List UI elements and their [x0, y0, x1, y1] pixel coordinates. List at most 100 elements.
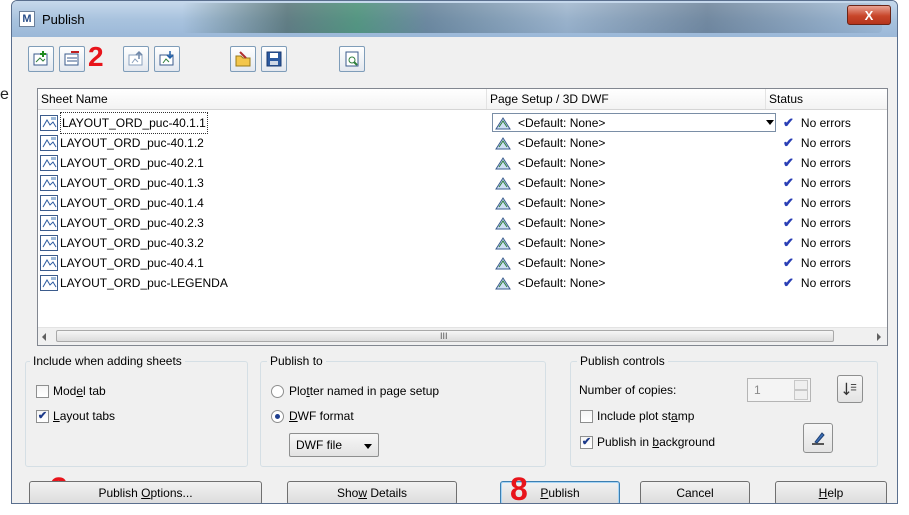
sheet-cell[interactable]: LAYOUT_ORD_puc-40.1.3	[40, 173, 204, 193]
sheet-cell[interactable]: LAYOUT_ORD_puc-40.1.2	[40, 133, 204, 153]
status-text: No errors	[800, 136, 851, 150]
show-details-button[interactable]: Show Details	[287, 481, 457, 503]
dwf-format-value: DWF file	[296, 438, 342, 452]
sort-sheets-button[interactable]	[837, 375, 863, 403]
title-bar-artwork	[182, 3, 882, 33]
plotter-radio-dot[interactable]	[271, 384, 284, 398]
cancel-button[interactable]: Cancel	[640, 481, 750, 503]
close-button[interactable]: X	[847, 5, 891, 25]
page-setup-cell[interactable]: <Default: None>	[494, 233, 605, 253]
page-setup-cell[interactable]: <Default: None>	[494, 273, 605, 293]
save-list-button[interactable]	[261, 46, 287, 72]
status-text: No errors	[800, 196, 851, 210]
sheet-cell[interactable]: LAYOUT_ORD_puc-40.1.1	[40, 112, 208, 134]
status-cell: ✔ No errors	[783, 133, 851, 153]
background-box[interactable]: ✔	[580, 435, 593, 449]
page-setup-value: <Default: None>	[518, 176, 606, 190]
sheet-row[interactable]: LAYOUT_ORD_puc-40.1.4 <Default: None> ✔ No …	[38, 193, 887, 213]
plot-stamp-button[interactable]	[339, 46, 365, 72]
help-button[interactable]: Help	[775, 481, 887, 503]
dwf-format-select[interactable]: DWF file	[289, 433, 379, 457]
column-page-setup[interactable]: Page Setup / 3D DWF	[487, 89, 766, 109]
sheet-toolbar: 2	[28, 41, 388, 76]
sheet-row[interactable]: LAYOUT_ORD_puc-40.1.1 <Default: None> ✔ No …	[38, 112, 887, 134]
page-setup-cell[interactable]: <Default: None>	[494, 133, 605, 153]
check-icon: ✔	[783, 275, 794, 290]
scroll-grip: III	[440, 331, 448, 341]
sheet-name: LAYOUT_ORD_puc-40.1.4	[60, 196, 204, 210]
page-setup-cell[interactable]: <Default: None>	[494, 253, 605, 273]
dwf-format-radio-dot[interactable]	[271, 409, 284, 423]
model-tab-box[interactable]	[36, 384, 49, 398]
sheet-cell[interactable]: LAYOUT_ORD_puc-40.2.1	[40, 153, 204, 173]
copies-down-icon[interactable]	[794, 390, 808, 400]
check-icon: ✔	[783, 115, 794, 130]
load-list-button[interactable]	[230, 46, 256, 72]
status-cell: ✔ No errors	[783, 173, 851, 193]
model-tab-checkbox[interactable]: Model tab	[36, 384, 106, 398]
horizontal-scrollbar[interactable]: III	[38, 327, 887, 345]
page-setup-icon	[495, 137, 511, 150]
copies-up-icon[interactable]	[794, 380, 808, 390]
page-setup-value: <Default: None>	[518, 256, 606, 270]
sheet-list[interactable]: Sheet Name Page Setup / 3D DWF Status LA…	[37, 88, 888, 346]
add-sheets-icon	[33, 51, 48, 66]
status-cell: ✔ No errors	[783, 213, 851, 233]
sheet-row[interactable]: LAYOUT_ORD_puc-40.2.3 <Default: None> ✔ No …	[38, 213, 887, 233]
window-title: Publish	[42, 12, 85, 27]
scroll-right-icon[interactable]	[877, 333, 881, 341]
plot-stamp-settings-button[interactable]	[803, 423, 833, 453]
layout-sheet-icon	[40, 135, 58, 151]
status-cell: ✔ No errors	[783, 273, 851, 293]
sheet-cell[interactable]: LAYOUT_ORD_puc-40.4.1	[40, 253, 204, 273]
publish-controls-group: Publish controls Number of copies: 1 Inc…	[570, 354, 878, 467]
move-up-button[interactable]	[123, 46, 149, 72]
step-marker-2: 2	[88, 41, 104, 72]
scroll-left-icon[interactable]	[42, 333, 46, 341]
publish-options-button[interactable]: Publish Options...	[29, 481, 262, 503]
page-setup-value: <Default: None>	[518, 216, 606, 230]
plot-stamp-label: Include plot stamp	[597, 409, 695, 423]
sheet-cell[interactable]: LAYOUT_ORD_puc-40.2.3	[40, 213, 204, 233]
status-text: No errors	[800, 176, 851, 190]
sheet-row[interactable]: LAYOUT_ORD_puc-40.2.1 <Default: None> ✔ No …	[38, 153, 887, 173]
page-setup-cell[interactable]: <Default: None>	[494, 173, 605, 193]
page-setup-cell[interactable]: <Default: None>	[494, 153, 605, 173]
add-sheets-button[interactable]	[28, 46, 54, 72]
scroll-thumb[interactable]: III	[56, 330, 834, 342]
sheet-cell[interactable]: LAYOUT_ORD_puc-40.1.4	[40, 193, 204, 213]
remove-sheets-button[interactable]	[59, 46, 85, 72]
chevron-down-icon[interactable]	[766, 120, 774, 125]
sheet-row[interactable]: LAYOUT_ORD_puc-40.4.1 <Default: None> ✔ No …	[38, 253, 887, 273]
sheet-cell[interactable]: LAYOUT_ORD_puc-LEGENDA	[40, 273, 228, 293]
layout-tabs-box[interactable]: ✔	[36, 409, 49, 423]
plotter-radio[interactable]: Plotter named in page setup	[271, 384, 439, 398]
sheet-row[interactable]: LAYOUT_ORD_puc-40.1.2 <Default: None> ✔ No …	[38, 133, 887, 153]
page-setup-icon	[495, 177, 511, 190]
sheet-cell[interactable]: LAYOUT_ORD_puc-40.3.2	[40, 233, 204, 253]
move-sheet-down-icon	[159, 51, 174, 66]
copies-stepper[interactable]: 1	[747, 378, 811, 402]
sheet-row[interactable]: LAYOUT_ORD_puc-40.3.2 <Default: None> ✔ No …	[38, 233, 887, 253]
page-setup-cell[interactable]: <Default: None>	[494, 113, 605, 133]
column-status[interactable]: Status	[766, 89, 887, 109]
page-setup-icon	[495, 257, 511, 270]
page-setup-cell[interactable]: <Default: None>	[494, 213, 605, 233]
layout-tabs-checkbox[interactable]: ✔ Layout tabs	[36, 409, 115, 423]
dwf-format-radio[interactable]: DWF format	[271, 409, 354, 423]
chevron-down-icon	[364, 444, 372, 449]
plot-stamp-box[interactable]	[580, 409, 593, 423]
page-setup-cell[interactable]: <Default: None>	[494, 193, 605, 213]
page-setup-value: <Default: None>	[518, 136, 606, 150]
status-text: No errors	[800, 156, 851, 170]
copies-value: 1	[754, 383, 761, 397]
plot-stamp-checkbox[interactable]: Include plot stamp	[580, 409, 694, 423]
move-down-button[interactable]	[154, 46, 180, 72]
column-sheet-name[interactable]: Sheet Name	[38, 89, 487, 109]
sheet-row[interactable]: LAYOUT_ORD_puc-40.1.3 <Default: None> ✔ No …	[38, 173, 887, 193]
background-text: e	[0, 86, 9, 103]
check-icon: ✔	[783, 215, 794, 230]
title-bar[interactable]: M Publish X	[12, 1, 897, 37]
sheet-row[interactable]: LAYOUT_ORD_puc-LEGENDA <Default: None> ✔ No…	[38, 273, 887, 293]
background-checkbox[interactable]: ✔ Publish in background	[580, 435, 715, 449]
